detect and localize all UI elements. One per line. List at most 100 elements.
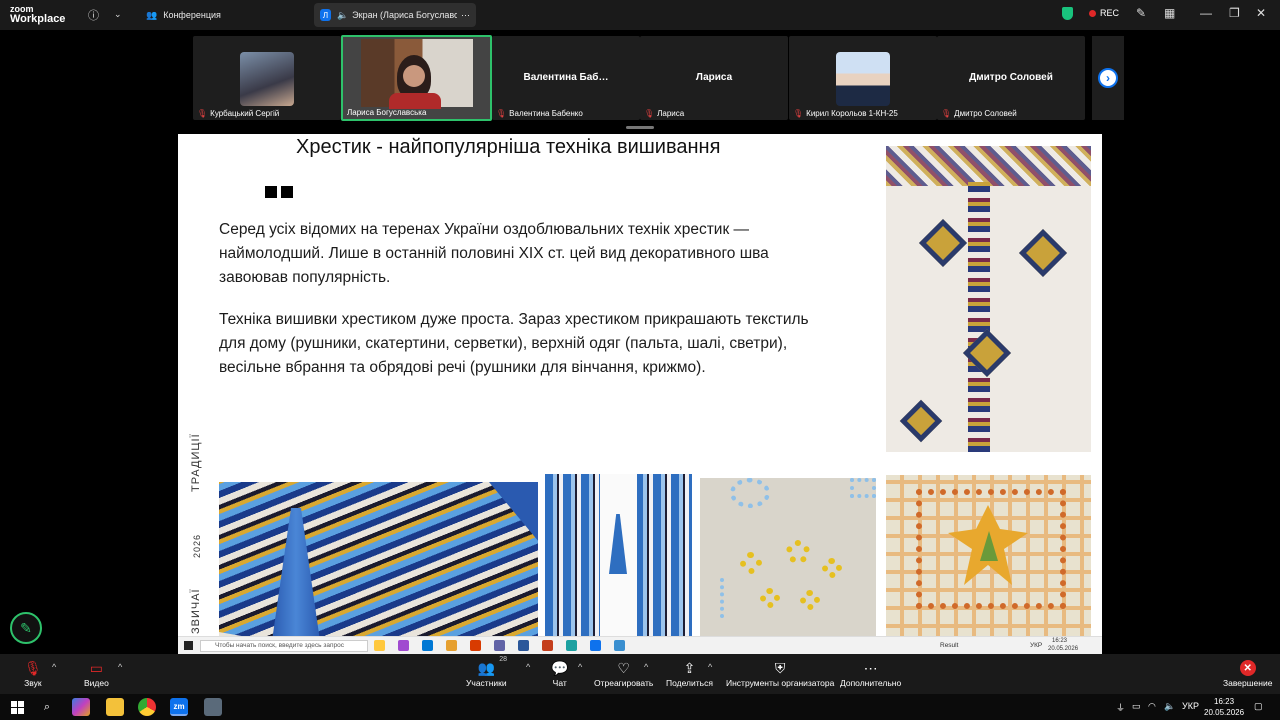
keyboard-language[interactable]: УКР (1182, 701, 1199, 711)
app-icon (494, 640, 505, 651)
presenter-date: 20.05.2026 (1048, 646, 1079, 652)
video-options-caret[interactable]: ^ (118, 662, 122, 672)
host-tools-button[interactable]: ⛨ Инструменты организатора (726, 658, 834, 689)
info-icon[interactable]: ⓘ (88, 7, 99, 23)
participant-tile[interactable]: 🎙 Курбацький Сергій (193, 36, 341, 120)
windows-start-icon (184, 641, 193, 650)
participant-tile[interactable]: 🎙 Кирил Корольов 1-КН-25 (789, 36, 937, 120)
word-icon (518, 640, 529, 651)
vertical-text-traditions: ТРАДИЦІЇ (190, 433, 202, 492)
presenter-taskbar: Чтобы начать поиск, введите здесь запрос… (178, 636, 1102, 654)
more-dots-icon[interactable]: ⋯ (461, 10, 470, 21)
slide-paragraph-1: Серед усіх відомих на теренах України оз… (219, 221, 769, 286)
annotate-pencil-button[interactable]: ✎ (10, 612, 42, 644)
chevron-right-icon: › (1106, 71, 1110, 85)
resize-handle[interactable] (626, 126, 654, 129)
chat-icon: 💬 (551, 659, 569, 676)
search-icon[interactable]: ⌕ (38, 698, 56, 716)
orange-cross-stitch-image (886, 475, 1091, 642)
explorer-icon (374, 640, 385, 651)
presenter-lang: УКР (1030, 642, 1043, 649)
next-page-button[interactable]: › (1098, 68, 1118, 88)
close-button[interactable]: ✕ (1256, 6, 1266, 20)
participant-tile[interactable]: Лариса 🎙 Лариса (640, 36, 788, 120)
react-options-caret[interactable]: ^ (644, 662, 648, 672)
end-meeting-button[interactable]: ✕ Завершение (1223, 658, 1272, 688)
share-screen-icon: ⇪ (683, 659, 696, 676)
shield-icon: ⛨ (774, 659, 786, 676)
notifications-icon[interactable]: ▢ (1254, 701, 1263, 712)
powerpoint-icon (542, 640, 553, 651)
presenter-time: 16:23 (1052, 638, 1068, 644)
zoom-icon (590, 640, 601, 651)
vertical-text-customs: ЗВИЧАЇ (190, 588, 202, 634)
share-options-caret[interactable]: ^ (708, 662, 712, 672)
system-clock[interactable]: 16:23 20.05.2026 (1204, 696, 1244, 718)
title-bar: zoom Workplace ⓘ ⌄ 👥 Конференция Л 🔈 Экр… (0, 0, 1280, 30)
share-owner-badge: Л (320, 9, 331, 21)
recording-indicator[interactable]: REC (1089, 8, 1119, 18)
zoom-taskbar-icon[interactable]: zm (170, 698, 188, 716)
app-icon (446, 640, 457, 651)
slide-title: Хрестик - найпопулярніша техніка вишиван… (296, 136, 721, 158)
chat-button[interactable]: 💬 Чат (551, 658, 569, 689)
blue-embroidery-tassel-image (219, 482, 538, 642)
app-icon (470, 640, 481, 651)
network-icon[interactable]: ⏚ (1116, 701, 1125, 714)
speaker-icon: 🔈 (336, 9, 349, 20)
tab-screen-share[interactable]: Л 🔈 Экран (Лариса Богуславськ ⋯ (314, 3, 476, 27)
tab-meeting[interactable]: 👥 Конференция (140, 3, 227, 27)
shared-screen: Хрестик - найпопулярніша техніка вишиван… (178, 134, 1102, 654)
more-button[interactable]: ⋯ Дополнительно (840, 658, 901, 689)
embroidered-shirt-image (886, 146, 1091, 452)
view-grid-icon[interactable]: ▦ (1164, 6, 1175, 20)
participant-tile[interactable]: Валентина Баб… 🎙 Валентина Бабенко (492, 36, 640, 120)
pencil-icon: ✎ (20, 619, 32, 636)
yellow-flowers-embroidery-image (700, 478, 876, 642)
app-icon[interactable] (204, 698, 222, 716)
participant-photo (836, 52, 890, 106)
file-explorer-icon[interactable] (106, 698, 124, 716)
restore-button[interactable]: ❐ (1229, 6, 1240, 20)
chat-options-caret[interactable]: ^ (578, 662, 582, 672)
chevron-down-icon[interactable]: ⌄ (114, 9, 122, 20)
heart-icon: ♡ (617, 659, 630, 676)
minimize-button[interactable]: — (1200, 6, 1212, 20)
vertical-text-year: 2026 (192, 533, 202, 558)
volume-icon[interactable]: 🔈 (1164, 701, 1175, 712)
participant-tile[interactable]: Дмитро Соловей 🎙 Дмитро Соловей (937, 36, 1085, 120)
more-dots-icon: ⋯ (863, 659, 878, 676)
blue-vyshyvanka-image (545, 474, 692, 642)
participants-options-caret[interactable]: ^ (526, 662, 530, 672)
chrome-icon[interactable] (138, 698, 156, 716)
security-shield-icon[interactable] (1062, 7, 1073, 20)
video-off-icon: ▭ (89, 659, 104, 676)
share-button[interactable]: ⇪ Поделиться (666, 658, 713, 689)
monitor-icon[interactable]: ▭ (1132, 701, 1141, 712)
participant-count: 28 (499, 656, 508, 663)
app-icon (614, 640, 625, 651)
participants-button[interactable]: 👥 28 Участники (466, 656, 508, 688)
video-button[interactable]: ▭ Видео (84, 658, 109, 689)
presenter-search-box: Чтобы начать поиск, введите здесь запрос (200, 640, 368, 652)
close-icon: ✕ (1239, 660, 1256, 676)
windows-taskbar: ⌕ zm ⏚ ▭ ◠ 🔈 УКР 16:23 20.05.2026 ▢ (0, 694, 1280, 720)
participant-tile-active-speaker[interactable]: Лариса Богуславська (341, 35, 492, 121)
zoom-logo: zoom Workplace (10, 4, 66, 25)
audio-button[interactable]: 🎙 Звук (24, 658, 42, 689)
wifi-icon[interactable]: ◠ (1148, 701, 1156, 712)
mic-muted-icon: 🎙 (197, 109, 208, 118)
copilot-icon[interactable] (72, 698, 90, 716)
audio-options-caret[interactable]: ^ (52, 662, 56, 672)
meeting-controls: 🎙 Звук ^ ▭ Видео ^ 👥 28 Участники ^ 💬 Чат… (0, 654, 1280, 694)
mic-muted-icon: 🎙 (644, 109, 655, 118)
participant-video (240, 52, 294, 106)
decor-squares (265, 186, 293, 198)
edge-icon (566, 640, 577, 651)
participant-strip: 🎙 Курбацький Сергій Лариса Богуславська В… (0, 30, 1280, 122)
app-icon (398, 640, 409, 651)
participants-icon: 👥 (477, 659, 496, 676)
windows-start-icon[interactable] (8, 698, 26, 716)
annotate-pen-icon[interactable]: ✎ (1136, 6, 1146, 20)
mic-muted-icon: 🎙 (793, 109, 804, 118)
